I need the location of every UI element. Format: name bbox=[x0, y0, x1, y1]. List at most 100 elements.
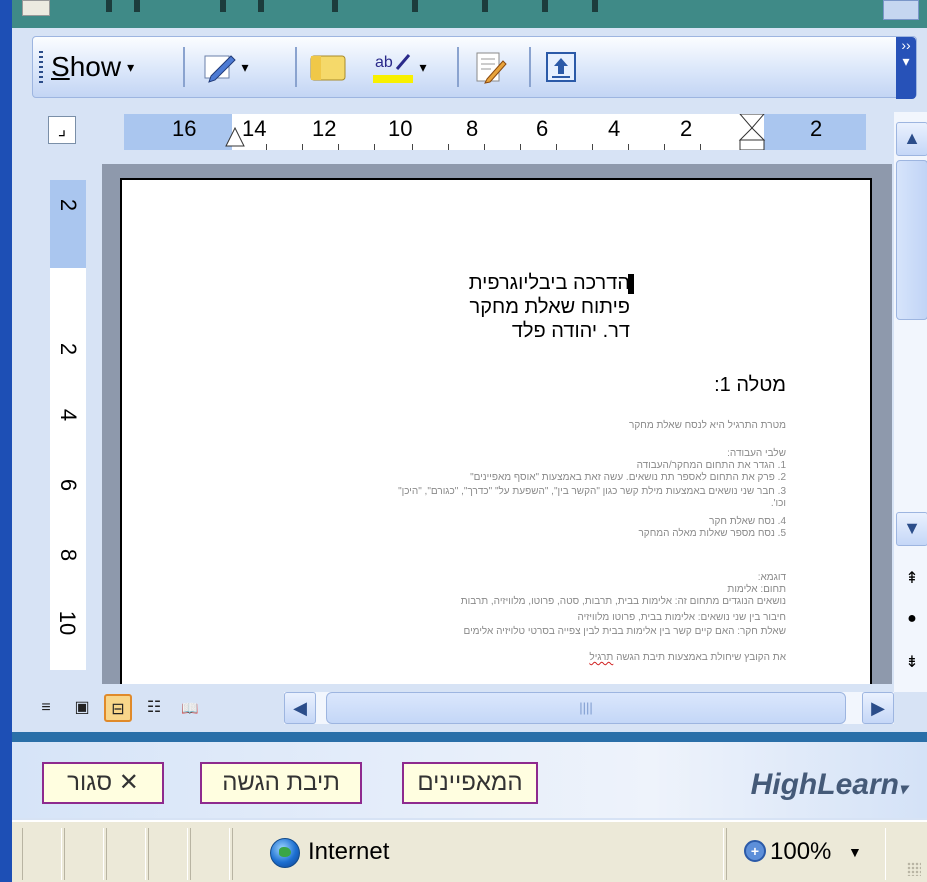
chevron-down-icon: ▾ bbox=[241, 58, 249, 75]
top-mark bbox=[332, 0, 338, 12]
double-down-icon: ⇟ bbox=[905, 654, 919, 671]
chevron-left-icon: ◀ bbox=[293, 698, 307, 718]
status-cell bbox=[190, 828, 230, 880]
chevron-down-icon: ▾ bbox=[902, 53, 910, 69]
status-cell bbox=[64, 828, 104, 880]
ruler-label: 2 bbox=[680, 116, 693, 141]
comment-icon bbox=[310, 55, 346, 81]
chevron-down-icon[interactable]: ▼ bbox=[848, 844, 862, 860]
toolbar-grip[interactable] bbox=[39, 51, 43, 85]
ruler-tick bbox=[412, 144, 413, 150]
tab-selector[interactable]: ⌟ bbox=[48, 116, 76, 144]
chevron-down-icon: ▾ bbox=[419, 58, 427, 75]
top-mark bbox=[412, 0, 418, 12]
scroll-down-button[interactable]: ▼ bbox=[896, 512, 927, 546]
top-mark bbox=[106, 0, 112, 12]
ruler-tick bbox=[592, 144, 593, 150]
top-strip bbox=[12, 0, 927, 28]
chevron-right-icon: ▶ bbox=[871, 698, 885, 718]
document-page[interactable]: הדרכה ביבליוגרפית פיתוח שאלת מחקר דר. יה… bbox=[120, 178, 872, 684]
step-line: 2. פרק את התחום לאספר תת נושאים. עשה זאת… bbox=[470, 472, 786, 483]
ruler-label: 4 bbox=[56, 408, 81, 422]
globe-icon bbox=[270, 838, 300, 868]
ruler-tick bbox=[302, 144, 303, 150]
reviewing-pane-button[interactable] bbox=[467, 45, 511, 89]
doc-heading-line: הדרכה ביבליוגרפית bbox=[468, 272, 630, 294]
security-zone: Internet bbox=[308, 838, 390, 865]
accept-change-button[interactable] bbox=[539, 45, 583, 89]
vertical-scrollbar[interactable]: ▲ ▼ ⇞ ● ⇟ bbox=[894, 112, 927, 692]
top-right-box bbox=[883, 0, 919, 20]
new-comment-button[interactable] bbox=[305, 45, 351, 89]
horizontal-ruler[interactable]: 16 14 12 10 8 6 4 2 2 bbox=[124, 114, 866, 150]
doc-heading-line: פיתוח שאלת מחקר bbox=[469, 296, 630, 318]
step-line: 4. נסח שאלת חקר bbox=[709, 516, 786, 527]
step-line: וכו'. bbox=[770, 498, 786, 509]
footer: סגור ✕ תיבת הגשה המאפיינים HighLearn▾ bbox=[12, 742, 927, 818]
toolbar-separator bbox=[529, 47, 531, 87]
status-cell bbox=[22, 828, 62, 880]
track-changes-button[interactable]: ▾ bbox=[195, 45, 255, 89]
example-line: חיבור בין שני נושאים: אלימות בבית, פרוטו… bbox=[577, 612, 786, 623]
chevron-right-icon: ›› bbox=[901, 37, 911, 53]
top-mark bbox=[258, 0, 264, 12]
hanging-indent-marker[interactable] bbox=[738, 114, 766, 150]
top-mark bbox=[220, 0, 226, 12]
scroll-left-button[interactable]: ◀ bbox=[284, 692, 316, 724]
top-mark bbox=[542, 0, 548, 12]
vertical-ruler[interactable]: 2 2 4 6 8 10 bbox=[50, 180, 86, 670]
brand-logo: HighLearn▾ bbox=[751, 768, 907, 802]
scroll-up-button[interactable]: ▲ bbox=[896, 122, 927, 156]
reading-layout-button[interactable]: 📖 bbox=[176, 694, 204, 722]
scroll-right-button[interactable]: ▶ bbox=[862, 692, 894, 724]
print-layout-icon: ⊟ bbox=[111, 701, 125, 718]
submission-box-button[interactable]: תיבת הגשה bbox=[200, 762, 362, 804]
ruler-tick bbox=[700, 144, 701, 150]
ruler-tick bbox=[664, 144, 665, 150]
reviewing-toolbar: Show ▾ ▾ ab ▾ ›› ▾ bbox=[32, 36, 917, 99]
print-layout-view-button[interactable]: ⊟ bbox=[104, 694, 132, 722]
example-line: תחום: אלימות bbox=[727, 584, 786, 595]
web-layout-icon: ▣ bbox=[74, 699, 90, 716]
zoom-level[interactable]: 100% bbox=[770, 838, 831, 866]
step-line: 3. חבר שני נושאים באמצעות מילת קשר כגון … bbox=[398, 486, 786, 497]
chevron-down-icon: ▾ bbox=[127, 58, 135, 75]
example-line: נושאים הנוגדים מתחום זה: אלימות בבית, תר… bbox=[460, 596, 786, 607]
toolbar-separator bbox=[457, 47, 459, 87]
double-up-icon: ⇞ bbox=[905, 570, 919, 587]
close-button[interactable]: סגור ✕ bbox=[42, 762, 164, 804]
ruler-label: 2 bbox=[56, 342, 81, 356]
horizontal-scroll-thumb[interactable]: |||| bbox=[326, 692, 846, 724]
ruler-tick bbox=[520, 144, 521, 150]
status-cell bbox=[106, 828, 146, 880]
properties-button[interactable]: המאפיינים bbox=[402, 762, 538, 804]
book-icon: 📖 bbox=[181, 700, 199, 716]
scroll-thumb[interactable] bbox=[896, 160, 927, 320]
ruler-tick bbox=[374, 144, 375, 150]
ruler-label: 6 bbox=[536, 116, 549, 141]
resize-grip-icon[interactable] bbox=[907, 862, 921, 876]
show-button[interactable]: Show ▾ bbox=[51, 47, 134, 87]
ruler-label: 4 bbox=[608, 116, 621, 141]
task-title: מטלה 1: bbox=[714, 374, 786, 396]
pencil-icon bbox=[204, 55, 237, 83]
outline-view-button[interactable]: ☷ bbox=[140, 694, 168, 722]
ruler-tick bbox=[628, 144, 629, 150]
toolbar-separator bbox=[295, 47, 297, 87]
view-bar: ≡ ▣ ⊟ ☷ 📖 ◀ |||| ▶ bbox=[32, 688, 894, 728]
horizontal-scrollbar[interactable]: ◀ |||| ▶ bbox=[284, 692, 894, 724]
top-mark bbox=[482, 0, 488, 12]
spelling-error[interactable]: תרגיל bbox=[589, 652, 613, 663]
ruler-tick bbox=[448, 144, 449, 150]
toolbar-overflow-button[interactable]: ›› ▾ bbox=[896, 37, 916, 99]
normal-view-button[interactable]: ≡ bbox=[32, 694, 60, 722]
previous-page-button[interactable]: ⇞ bbox=[902, 568, 922, 588]
step-line: 1. הגדר את התחום המחקר/העבודה bbox=[636, 460, 786, 471]
brand-mark: ▾ bbox=[898, 781, 907, 798]
web-layout-view-button[interactable]: ▣ bbox=[68, 694, 96, 722]
highlight-button[interactable]: ab ▾ bbox=[359, 45, 439, 89]
left-indent-marker[interactable] bbox=[224, 126, 246, 150]
show-label: Show bbox=[51, 51, 122, 82]
select-browse-object-button[interactable]: ● bbox=[902, 610, 922, 628]
next-page-button[interactable]: ⇟ bbox=[902, 652, 922, 672]
